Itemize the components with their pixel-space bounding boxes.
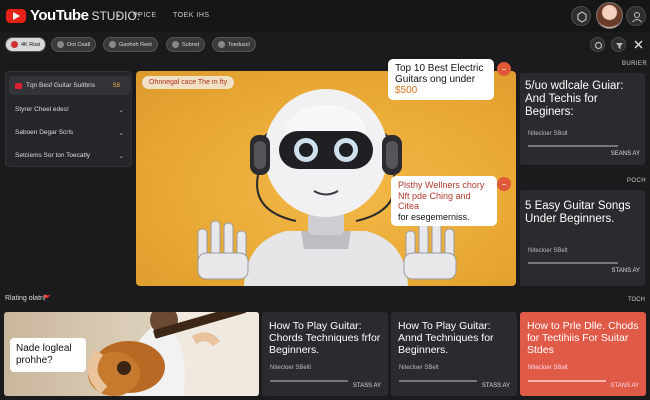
top-bar: YouTube STUDIO: • PPICE TOEK IHS (0, 0, 650, 32)
section-title: Rlating olatri🚩 (5, 295, 51, 302)
progress-bar (528, 145, 618, 147)
filter-icon (616, 43, 623, 49)
progress-bar (528, 380, 606, 382)
filter-chip-4[interactable]: Sobnst (166, 37, 206, 52)
guitar-caption: Nade logleal prohhe? (10, 338, 86, 372)
sidebar-item-3[interactable]: Saboen Degar Scrls ⌄ (9, 123, 130, 142)
filter-chip-3[interactable]: Gaoheh Reet (103, 37, 158, 52)
sidebar-item-label: Setciems Sor ton Toecatly (15, 152, 91, 159)
sidebar-badge: S8 (112, 82, 120, 89)
sidebar-item-label: Saboen Degar Scrls (15, 129, 74, 136)
hexagon-icon (577, 11, 587, 23)
chevron-down-icon: ⌄ (118, 152, 124, 160)
card-title: How to Prle Dlle. Chods for Tectihiis Fo… (527, 320, 639, 356)
speech-bubble-bottom[interactable]: Plsthy Wellners chory Nft pde Ching and … (391, 176, 497, 226)
rail-card-1[interactable]: 5/uo wdlcale Guiar: And Techis for Begin… (520, 73, 645, 165)
chevron-down-icon: ⌄ (118, 106, 124, 114)
sidebar-item-label: Tqn Besf Guitar Suitbns (26, 82, 96, 89)
card-stat: STASS AY (481, 383, 510, 389)
card-title: 5/uo wdlcale Guiar: And Techis for Begin… (525, 80, 624, 118)
close-icon[interactable] (633, 39, 644, 50)
flag-icon (15, 82, 22, 89)
chip-icon (218, 41, 225, 48)
sidebar-item-best-guitars[interactable]: Tqn Besf Guitar Suitbns S8 (9, 76, 130, 95)
video-card-1[interactable]: How To Play Guitar: Chords Techniques fr… (262, 312, 388, 396)
chip-icon (57, 41, 64, 48)
filter-chip-2[interactable]: Oot Ceatl (51, 37, 97, 52)
card-stat: STANS AY (610, 383, 639, 389)
dismiss-bubble-icon[interactable]: − (497, 62, 511, 76)
brand-name: YouTube (30, 7, 89, 24)
nav-link-1[interactable]: PPICE (133, 12, 157, 19)
chip-label: Toeduscl (228, 41, 250, 48)
rail-label-top: BURIER (622, 61, 648, 67)
chevron-down-icon: ⌄ (118, 129, 124, 137)
flag-icon: 🚩 (43, 296, 52, 302)
section-title-text: Rlating olatri (5, 295, 44, 302)
chip-label: 4K Rosi (21, 41, 41, 48)
card-stat: SEANS AY (610, 151, 640, 157)
gear-icon (594, 41, 603, 50)
account-button[interactable] (626, 6, 646, 26)
user-group-icon (632, 12, 642, 23)
card-meta: Nitecloer SBelt (399, 365, 439, 371)
card-meta: Nitecloer SBolt (528, 131, 568, 137)
card-title: How To Play Guitar: Chords Techniques fr… (269, 320, 381, 356)
filter-chip-5[interactable]: Toeduscl (212, 37, 256, 52)
bubble-line: Plsthy Wellners chory (398, 180, 485, 190)
nav-separator: • (117, 11, 121, 21)
progress-bar (399, 380, 477, 382)
sidebar-item-label: Styrer Cheel edes! (15, 106, 69, 113)
sidebar: Tqn Besf Guitar Suitbns S8 Styrer Cheel … (5, 71, 132, 167)
chip-label: Sobnst (182, 41, 200, 48)
progress-bar (270, 380, 348, 382)
sidebar-item-4[interactable]: Setciems Sor ton Toecatly ⌄ (9, 146, 130, 165)
dismiss-bubble-icon[interactable]: − (497, 177, 511, 191)
rail-label-mid: POCH (627, 178, 646, 184)
sidebar-item-2[interactable]: Styrer Cheel edes! ⌄ (9, 100, 130, 119)
settings-hex-button[interactable] (571, 6, 591, 26)
card-meta: Nitecloer SBalt (528, 365, 568, 371)
section-right-label: TOCH (628, 297, 645, 303)
card-stat: STANS AY (611, 268, 640, 274)
video-card-3[interactable]: How to Prle Dlle. Chods for Tectihiis Fo… (520, 312, 646, 396)
bubble-line: Top 10 Best Electric (395, 63, 484, 74)
bubble-line: Guitars ong under (395, 74, 476, 85)
chip-icon (172, 41, 179, 48)
progress-bar (528, 262, 618, 264)
card-meta: Nitecloer SBelit (270, 365, 312, 371)
avatar[interactable] (596, 2, 623, 29)
filter-button[interactable] (611, 37, 626, 52)
youtube-play-icon (6, 8, 26, 23)
video-card-2[interactable]: How To Play Guitar: Annd Techniques for … (391, 312, 517, 396)
speech-bubble-top[interactable]: Top 10 Best Electric Guitars ong under $… (388, 59, 494, 100)
rail-card-2[interactable]: 5 Easy Guitar Songs Under Beginners. Nit… (520, 190, 645, 286)
chip-icon (109, 41, 116, 48)
nav-link-2[interactable]: TOEK IHS (173, 12, 210, 19)
guitar-thumbnail[interactable]: Nade logleal prohhe? (4, 312, 259, 396)
bubble-price: $500 (395, 85, 418, 96)
bubble-line: Nft pde Ching and Citea (398, 190, 471, 212)
chip-label: Oot Ceatl (67, 41, 91, 48)
card-stat: STASS AY (352, 383, 381, 389)
chip-icon (11, 41, 18, 48)
card-title: 5 Easy Guitar Songs Under Beginners. (525, 200, 631, 225)
settings-button[interactable] (590, 37, 605, 52)
card-meta: Nitecloer SBelt (528, 248, 568, 254)
card-title: How To Play Guitar: Annd Techniques for … (398, 320, 494, 356)
chip-label: Gaoheh Reet (119, 41, 152, 48)
bubble-line: for esegemerniss. (398, 211, 470, 222)
filter-chip-1[interactable]: 4K Rosi (5, 37, 47, 52)
